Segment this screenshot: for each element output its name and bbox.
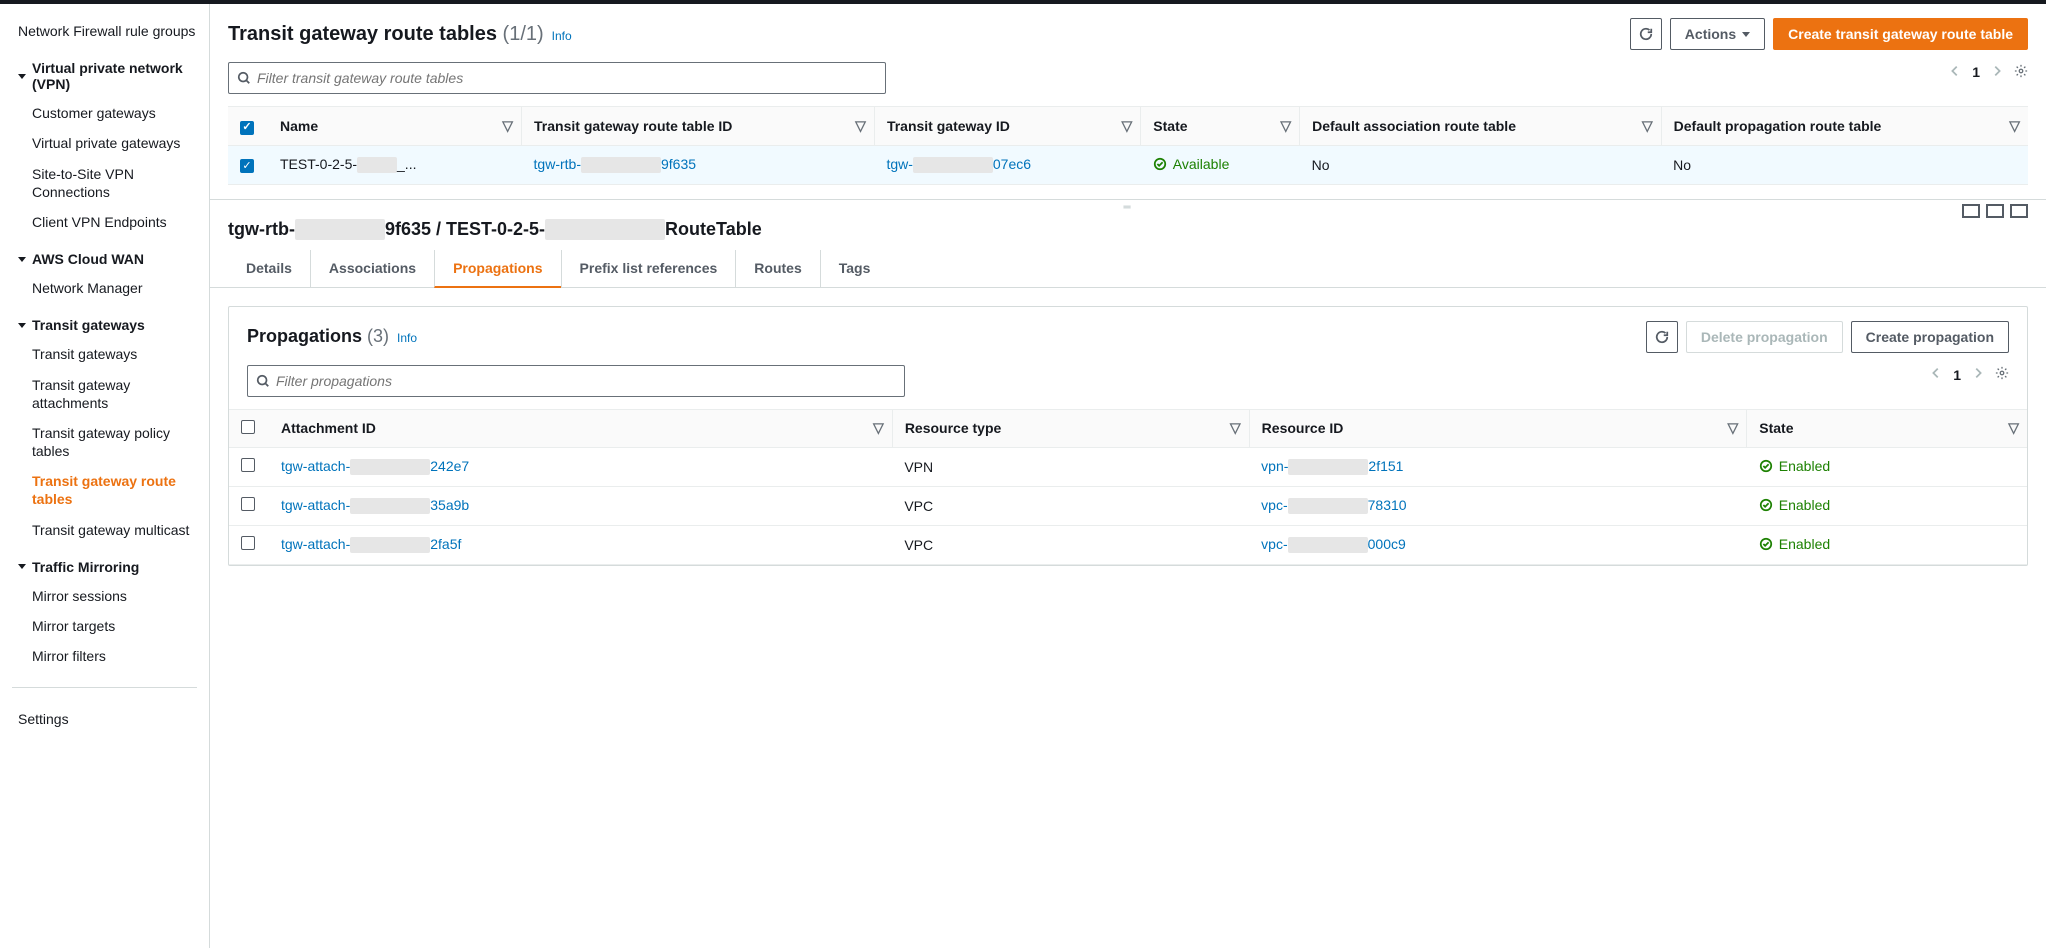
sort-icon: ▽ <box>873 420 884 437</box>
detail-title: tgw-rtb-xx9f635 / TEST-0-2-5-xxRouteTabl… <box>210 215 2046 250</box>
sort-icon: ▽ <box>2009 117 2020 134</box>
refresh-button[interactable] <box>1630 18 1662 50</box>
column-header[interactable]: State▽ <box>1141 107 1300 146</box>
filter-route-tables[interactable] <box>228 62 886 94</box>
sidebar-item-settings[interactable]: Settings <box>18 704 197 734</box>
sidebar-group-2[interactable]: Transit gateways <box>18 311 197 339</box>
sidebar-item[interactable]: Transit gateway attachments <box>18 370 197 418</box>
status-enabled: Enabled <box>1759 458 1830 474</box>
tab-propagations[interactable]: Propagations <box>434 250 560 288</box>
table-row[interactable]: tgw-attach-xx2fa5fVPCvpc-xx000c9Enabled <box>229 525 2027 564</box>
sort-icon: ▽ <box>502 117 513 134</box>
propagations-table: Attachment ID▽Resource type▽Resource ID▽… <box>229 409 2027 565</box>
table-row[interactable]: tgw-attach-xx242e7VPNvpn-xx2f151Enabled <box>229 447 2027 486</box>
sidebar-item[interactable]: Site-to-Site VPN Connections <box>18 159 197 207</box>
detail-tabs: DetailsAssociationsPropagationsPrefix li… <box>210 250 2046 288</box>
route-tables-table: Name▽Transit gateway route table ID▽Tran… <box>228 106 2028 185</box>
info-link[interactable]: Info <box>552 29 572 43</box>
panel-layout-full[interactable] <box>2010 204 2028 218</box>
caret-down-icon <box>18 257 26 262</box>
caret-down-icon <box>18 564 26 569</box>
tab-tags[interactable]: Tags <box>820 250 889 287</box>
search-icon <box>256 374 270 388</box>
column-header[interactable]: Default propagation route table▽ <box>1661 107 2028 146</box>
create-propagation-button[interactable]: Create propagation <box>1851 321 2009 353</box>
column-header[interactable]: Attachment ID▽ <box>269 409 892 447</box>
sidebar-group-3[interactable]: Traffic Mirroring <box>18 553 197 581</box>
tab-associations[interactable]: Associations <box>310 250 434 287</box>
sort-icon: ▽ <box>1122 117 1133 134</box>
caret-down-icon <box>18 74 26 79</box>
prop-page-prev[interactable] <box>1929 366 1943 383</box>
table-row[interactable]: TEST-0-2-5-xx_... tgw-rtb-xxxx9f635 tgw-… <box>228 145 2028 184</box>
row-checkbox[interactable] <box>240 159 254 173</box>
sidebar-item[interactable]: Transit gateway route tables <box>18 466 197 514</box>
sort-icon: ▽ <box>1727 420 1738 437</box>
search-icon <box>237 71 251 85</box>
sidebar-item[interactable]: Transit gateway multicast <box>18 515 197 545</box>
page-prev[interactable] <box>1948 64 1962 81</box>
row-checkbox[interactable] <box>241 536 255 550</box>
sort-icon: ▽ <box>1280 117 1291 134</box>
row-checkbox[interactable] <box>241 458 255 472</box>
panel-layout-bottom[interactable] <box>1962 204 1980 218</box>
tab-details[interactable]: Details <box>228 250 310 287</box>
sidebar-item[interactable]: Virtual private gateways <box>18 128 197 158</box>
sidebar-item-nfrg[interactable]: Network Firewall rule groups <box>18 16 197 46</box>
panel-layout-split[interactable] <box>1986 204 2004 218</box>
propagations-title: Propagations (3) <box>247 326 389 347</box>
status-enabled: Enabled <box>1759 497 1830 513</box>
filter-propagations[interactable] <box>247 365 905 397</box>
caret-down-icon <box>18 323 26 328</box>
page-next[interactable] <box>1990 64 2004 81</box>
settings-gear[interactable] <box>2014 64 2028 81</box>
sidebar-item[interactable]: Customer gateways <box>18 98 197 128</box>
column-header[interactable]: Name▽ <box>268 107 522 146</box>
page-title: Transit gateway route tables (1/1) <box>228 23 544 46</box>
sidebar-item[interactable]: Transit gateways <box>18 339 197 369</box>
tab-routes[interactable]: Routes <box>735 250 819 287</box>
table-row[interactable]: tgw-attach-xx35a9bVPCvpc-xx78310Enabled <box>229 486 2027 525</box>
pane-splitter[interactable]: ═ <box>210 199 2046 215</box>
column-header[interactable]: Transit gateway ID▽ <box>874 107 1140 146</box>
prop-settings-gear[interactable] <box>1995 366 2009 383</box>
sidebar-group-0[interactable]: Virtual private network (VPN) <box>18 54 197 98</box>
status-available: Available <box>1153 156 1230 172</box>
status-enabled: Enabled <box>1759 536 1830 552</box>
column-header[interactable]: Transit gateway route table ID▽ <box>522 107 875 146</box>
sidebar-item[interactable]: Mirror targets <box>18 611 197 641</box>
prop-page-next[interactable] <box>1971 366 1985 383</box>
tab-prefix-list-references[interactable]: Prefix list references <box>561 250 736 287</box>
filter-input[interactable] <box>257 70 877 86</box>
sidebar-group-1[interactable]: AWS Cloud WAN <box>18 245 197 273</box>
column-header[interactable]: Default association route table▽ <box>1300 107 1662 146</box>
sidebar-item[interactable]: Transit gateway policy tables <box>18 418 197 466</box>
sidebar: Network Firewall rule groups Virtual pri… <box>0 4 210 948</box>
sidebar-item[interactable]: Network Manager <box>18 273 197 303</box>
sidebar-item[interactable]: Mirror filters <box>18 641 197 671</box>
filter-propagations-input[interactable] <box>276 373 896 389</box>
sort-icon: ▽ <box>2008 420 2019 437</box>
sidebar-item[interactable]: Client VPN Endpoints <box>18 207 197 237</box>
create-route-table-button[interactable]: Create transit gateway route table <box>1773 18 2028 50</box>
propagations-info[interactable]: Info <box>397 331 417 345</box>
actions-button[interactable]: Actions <box>1670 18 1765 50</box>
column-header[interactable]: State▽ <box>1747 409 2027 447</box>
select-all-checkbox[interactable] <box>240 121 254 135</box>
delete-propagation-button: Delete propagation <box>1686 321 1843 353</box>
row-checkbox[interactable] <box>241 497 255 511</box>
sort-icon: ▽ <box>855 117 866 134</box>
pager: 1 <box>1948 64 2028 81</box>
sort-icon: ▽ <box>1642 117 1653 134</box>
sort-icon: ▽ <box>1230 420 1241 437</box>
refresh-propagations[interactable] <box>1646 321 1678 353</box>
select-all-propagations[interactable] <box>241 420 255 434</box>
chevron-down-icon <box>1742 32 1750 37</box>
sidebar-item[interactable]: Mirror sessions <box>18 581 197 611</box>
column-header[interactable]: Resource ID▽ <box>1249 409 1747 447</box>
column-header[interactable]: Resource type▽ <box>892 409 1249 447</box>
